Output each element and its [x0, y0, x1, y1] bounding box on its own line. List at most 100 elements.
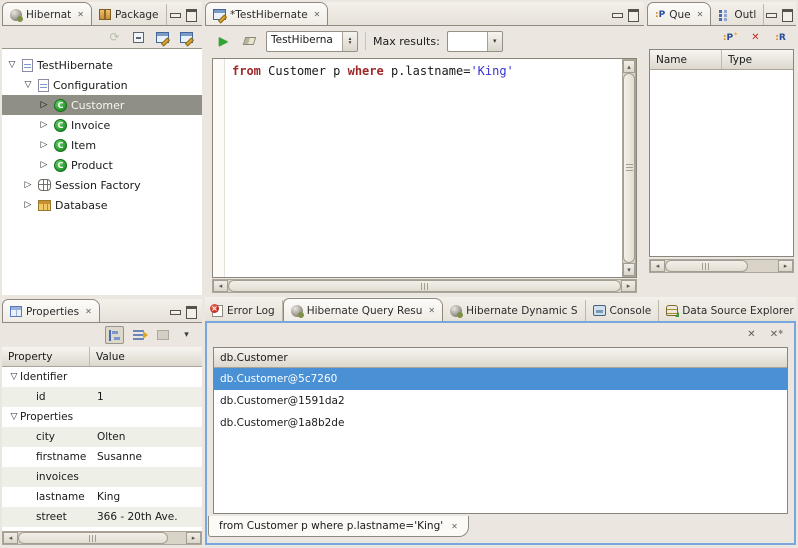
result-row-db-customer-1591da2[interactable]: db.Customer@1591da2: [214, 390, 787, 412]
tab-hibernate-dynamic-s[interactable]: Hibernate Dynamic S: [443, 300, 585, 321]
scrollbar-thumb[interactable]: [18, 532, 168, 544]
scroll-left-button[interactable]: ◂: [213, 280, 228, 292]
scrollbar-thumb[interactable]: [623, 73, 635, 263]
close-all-query-pages-button[interactable]: ✕: [767, 326, 786, 344]
hql-code-area[interactable]: from Customer p where p.lastname='King': [225, 59, 622, 277]
minimize-button[interactable]: [764, 7, 778, 20]
tree-item-label: Configuration: [53, 79, 128, 92]
collapse-arrow-icon[interactable]: ▽: [22, 75, 34, 95]
editor-horizontal-scrollbar[interactable]: ◂ ▸: [212, 279, 637, 293]
scroll-right-button[interactable]: ▸: [778, 260, 793, 272]
collapse-arrow-icon[interactable]: ▽: [8, 367, 20, 387]
expand-arrow-icon[interactable]: ▷: [38, 135, 50, 155]
tree-item-database[interactable]: ▷Database: [2, 195, 202, 215]
close-icon[interactable]: ✕: [77, 10, 84, 19]
tree-item-configuration[interactable]: ▽ Configuration: [2, 75, 202, 95]
column-db-customer[interactable]: db.Customer: [214, 348, 294, 367]
open-criteria-editor-button[interactable]: [177, 28, 196, 46]
result-row-db-customer-1a8b2de[interactable]: db.Customer@1a8b2de: [214, 412, 787, 434]
collapse-all-button[interactable]: [129, 28, 148, 46]
property-row-city[interactable]: cityOlten: [2, 427, 202, 447]
tab-error-log[interactable]: Error Log: [205, 300, 283, 321]
scroll-right-button[interactable]: ▸: [621, 280, 636, 292]
close-icon[interactable]: ✕: [451, 522, 458, 531]
configuration-combo[interactable]: TestHiberna ▴▾: [266, 31, 358, 52]
close-icon[interactable]: ✕: [697, 10, 704, 19]
scroll-down-button[interactable]: ▾: [623, 263, 635, 276]
tab-console[interactable]: Console: [586, 300, 660, 321]
tree-item-testhibernate[interactable]: ▽TestHibernate: [2, 55, 202, 75]
maximize-button[interactable]: [780, 7, 794, 20]
spinner-buttons[interactable]: ▴▾: [342, 32, 357, 51]
tab-hibernate-query-resu[interactable]: Hibernate Query Resu✕: [283, 298, 443, 321]
tab-package-explorer[interactable]: Package: [92, 4, 167, 25]
scrollbar-thumb[interactable]: [665, 260, 748, 272]
tab-hibernate-configurations[interactable]: Hibernat ✕: [2, 2, 92, 26]
minimize-button[interactable]: [168, 7, 182, 20]
property-row-invoices[interactable]: invoices: [2, 467, 202, 487]
restore-default-value-button[interactable]: [153, 326, 172, 344]
scroll-track[interactable]: [748, 260, 778, 272]
scroll-up-button[interactable]: ▴: [623, 60, 635, 73]
expand-arrow-icon[interactable]: ▷: [22, 195, 34, 215]
dropdown-button[interactable]: ▾: [487, 32, 502, 51]
show-advanced-properties-button[interactable]: [129, 326, 148, 344]
scroll-right-button[interactable]: ▸: [186, 532, 201, 544]
view-menu-button[interactable]: ▾: [177, 326, 196, 344]
minimize-button[interactable]: [168, 304, 182, 317]
scroll-left-button[interactable]: ◂: [650, 260, 665, 272]
editor-vertical-scrollbar[interactable]: ▴ ▾: [622, 59, 636, 277]
maximize-button[interactable]: [184, 7, 198, 20]
refresh-button[interactable]: ⟳: [105, 28, 124, 46]
tab-outline[interactable]: Outl: [711, 4, 764, 25]
minimize-button[interactable]: [610, 7, 624, 20]
collapse-arrow-icon[interactable]: ▽: [8, 407, 20, 427]
query-result-tab[interactable]: from Customer p where p.lastname='King' …: [208, 516, 469, 537]
tree-item-product[interactable]: ▷CProduct: [2, 155, 202, 175]
tree-item-session-factory[interactable]: ▷Session Factory: [2, 175, 202, 195]
properties-horizontal-scrollbar[interactable]: ◂ ▸: [2, 531, 202, 545]
column-name[interactable]: Name: [650, 50, 722, 69]
tree-item-customer[interactable]: ▷CCustomer: [2, 95, 202, 115]
property-row-identifier[interactable]: ▽Identifier: [2, 367, 202, 387]
scrollbar-thumb[interactable]: [228, 280, 621, 292]
collapse-arrow-icon[interactable]: ▽: [6, 55, 18, 75]
tab-testhibernate-editor[interactable]: *TestHibernate ✕: [205, 2, 328, 26]
open-hql-editor-button[interactable]: [153, 28, 172, 46]
result-row-db-customer-5c7260[interactable]: db.Customer@5c7260: [214, 368, 787, 390]
scroll-left-button[interactable]: ◂: [3, 532, 18, 544]
max-results-combo[interactable]: ▾: [447, 31, 503, 52]
expand-arrow-icon[interactable]: ▷: [38, 155, 50, 175]
expand-arrow-icon[interactable]: ▷: [38, 95, 50, 115]
property-value: King: [97, 491, 120, 503]
close-query-page-button[interactable]: ✕: [742, 326, 761, 344]
show-categories-button[interactable]: [105, 326, 124, 344]
tab-properties[interactable]: Properties ✕: [2, 299, 100, 323]
refresh-parameters-button[interactable]: :R: [771, 29, 790, 47]
maximize-button[interactable]: [626, 7, 640, 20]
run-query-button[interactable]: ▶: [214, 32, 233, 50]
close-icon[interactable]: ✕: [85, 307, 92, 316]
property-row-properties[interactable]: ▽Properties: [2, 407, 202, 427]
tab-query-parameters[interactable]: :P Que ✕: [647, 2, 711, 26]
property-row-firstname[interactable]: firstnameSusanne: [2, 447, 202, 467]
parameters-horizontal-scrollbar[interactable]: ◂ ▸: [649, 259, 794, 273]
expand-arrow-icon[interactable]: ▷: [22, 175, 34, 195]
tab-data-source-explorer[interactable]: Data Source Explorer: [659, 300, 796, 321]
close-icon[interactable]: ✕: [428, 306, 435, 315]
column-property[interactable]: Property: [2, 347, 90, 366]
maximize-button[interactable]: [184, 304, 198, 317]
close-icon[interactable]: ✕: [314, 10, 321, 19]
property-row-lastname[interactable]: lastnameKing: [2, 487, 202, 507]
new-parameter-button[interactable]: :P: [721, 29, 740, 47]
tree-item-invoice[interactable]: ▷CInvoice: [2, 115, 202, 135]
clear-editor-button[interactable]: [240, 32, 259, 50]
property-row-id[interactable]: id1: [2, 387, 202, 407]
remove-parameter-button[interactable]: ✕: [746, 29, 765, 47]
property-row-street[interactable]: street366 - 20th Ave.: [2, 507, 202, 527]
column-type[interactable]: Type: [722, 50, 758, 69]
tree-item-item[interactable]: ▷CItem: [2, 135, 202, 155]
scroll-track[interactable]: [168, 532, 186, 544]
column-value[interactable]: Value: [90, 347, 131, 366]
expand-arrow-icon[interactable]: ▷: [38, 115, 50, 135]
